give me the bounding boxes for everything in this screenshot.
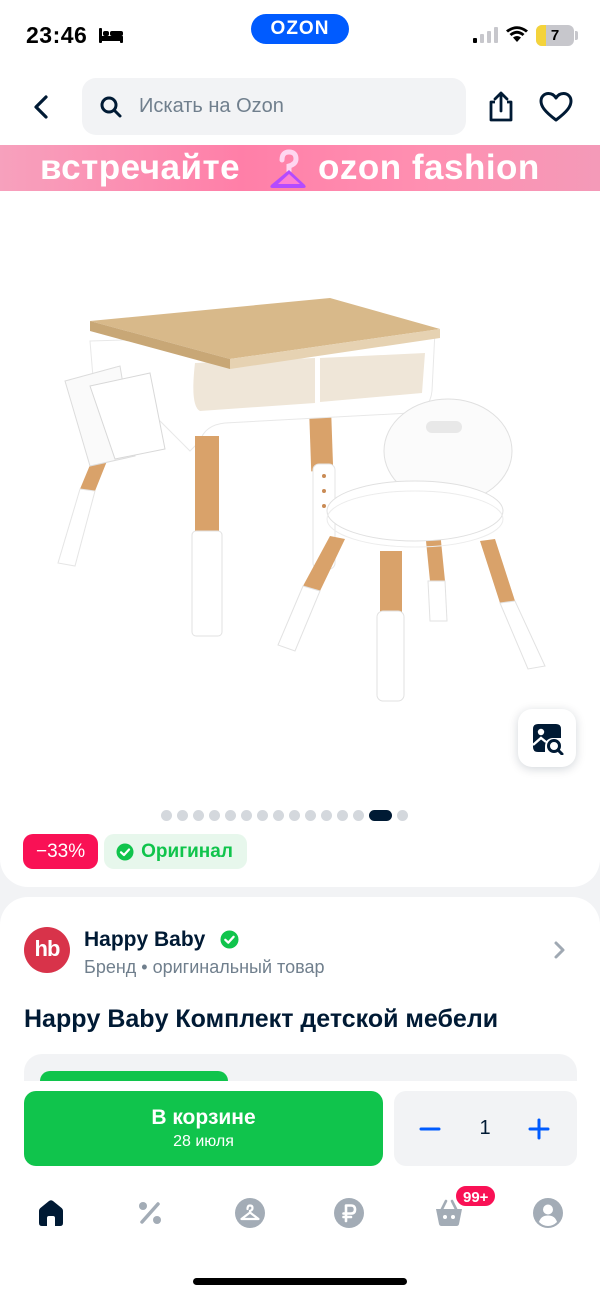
original-badge-label: Оригинал [141, 841, 233, 862]
brand-logo[interactable]: hb [24, 927, 70, 973]
gallery-dot[interactable] [289, 809, 300, 821]
product-title: Happy Baby Комплект детской мебели [24, 1005, 499, 1033]
gallery-dot[interactable] [305, 809, 316, 821]
product-image[interactable] [40, 281, 560, 731]
product-info-card: hb Happy Baby Бренд • оригинальный товар… [0, 897, 600, 1114]
in-cart-button[interactable]: В корзине 28 июля [24, 1091, 383, 1166]
promo-text-right: ozon fashion [318, 148, 540, 187]
gallery-dot[interactable] [177, 809, 188, 821]
gallery-dot[interactable] [161, 809, 172, 821]
cart-count-badge: 99+ [454, 1184, 498, 1208]
battery-tip [575, 31, 578, 40]
visual-search-button[interactable] [518, 709, 576, 767]
percent-icon[interactable] [134, 1197, 166, 1229]
gallery-dot-active[interactable] [369, 809, 392, 821]
home-indicator [193, 1278, 407, 1285]
gallery-pagination[interactable] [161, 809, 408, 821]
battery-indicator: 7 [536, 25, 574, 46]
wifi-icon [506, 26, 528, 42]
chevron-right-icon[interactable] [552, 940, 568, 960]
gallery-dot[interactable] [241, 809, 252, 821]
ozon-logo: OZON [251, 14, 349, 44]
product-badges: −33% Оригинал [23, 834, 247, 869]
gallery-dot[interactable] [353, 809, 364, 821]
gallery-dot[interactable] [193, 809, 204, 821]
ruble-icon[interactable] [333, 1197, 365, 1229]
photo-search-icon [532, 724, 564, 755]
hanger-icon[interactable] [234, 1197, 266, 1229]
promo-text-left: встречайте [40, 148, 241, 187]
search-icon [100, 96, 122, 118]
profile-icon[interactable] [532, 1197, 564, 1229]
quantity-value: 1 [479, 1117, 491, 1139]
minus-icon[interactable] [418, 1117, 442, 1141]
share-icon[interactable] [486, 90, 516, 122]
top-navigation: Искать на Ozon [0, 70, 600, 145]
hanger-logo-icon [270, 149, 306, 188]
search-placeholder: Искать на Ozon [139, 95, 284, 117]
gallery-dot[interactable] [337, 809, 348, 821]
gallery-dot[interactable] [225, 809, 236, 821]
back-icon[interactable] [24, 88, 60, 126]
brand-subtitle: Бренд • оригинальный товар [84, 957, 325, 977]
gallery-dot[interactable] [273, 809, 284, 821]
home-icon[interactable] [35, 1197, 67, 1229]
buy-bar: В корзине 28 июля 1 [0, 1081, 600, 1181]
search-input[interactable]: Искать на Ozon [82, 78, 466, 135]
promo-banner[interactable]: встречайте ozon fashion [0, 145, 600, 191]
brand-name[interactable]: Happy Baby [84, 928, 205, 952]
verified-check-icon [220, 930, 239, 949]
status-time: 23:46 [26, 22, 88, 48]
quantity-stepper: 1 [394, 1091, 577, 1166]
gallery-dot[interactable] [397, 809, 408, 821]
cart-button-label: В корзине [151, 1106, 256, 1129]
battery-level: 7 [550, 27, 560, 44]
gallery-dot[interactable] [257, 809, 268, 821]
sleep-mode-icon [99, 28, 123, 43]
status-bar: 23:46 OZON 7 [0, 0, 600, 70]
gallery-dot[interactable] [321, 809, 332, 821]
delivery-date: 28 июля [173, 1133, 234, 1150]
gallery-dot[interactable] [209, 809, 220, 821]
tab-bar: 99+ [0, 1181, 600, 1297]
discount-badge: −33% [23, 834, 99, 869]
heart-icon[interactable] [538, 91, 574, 123]
original-badge: Оригинал [104, 834, 247, 869]
plus-icon[interactable] [527, 1117, 551, 1141]
signal-icon [473, 27, 498, 43]
check-circle-icon [116, 843, 134, 860]
product-gallery[interactable]: −33% Оригинал [0, 191, 600, 887]
